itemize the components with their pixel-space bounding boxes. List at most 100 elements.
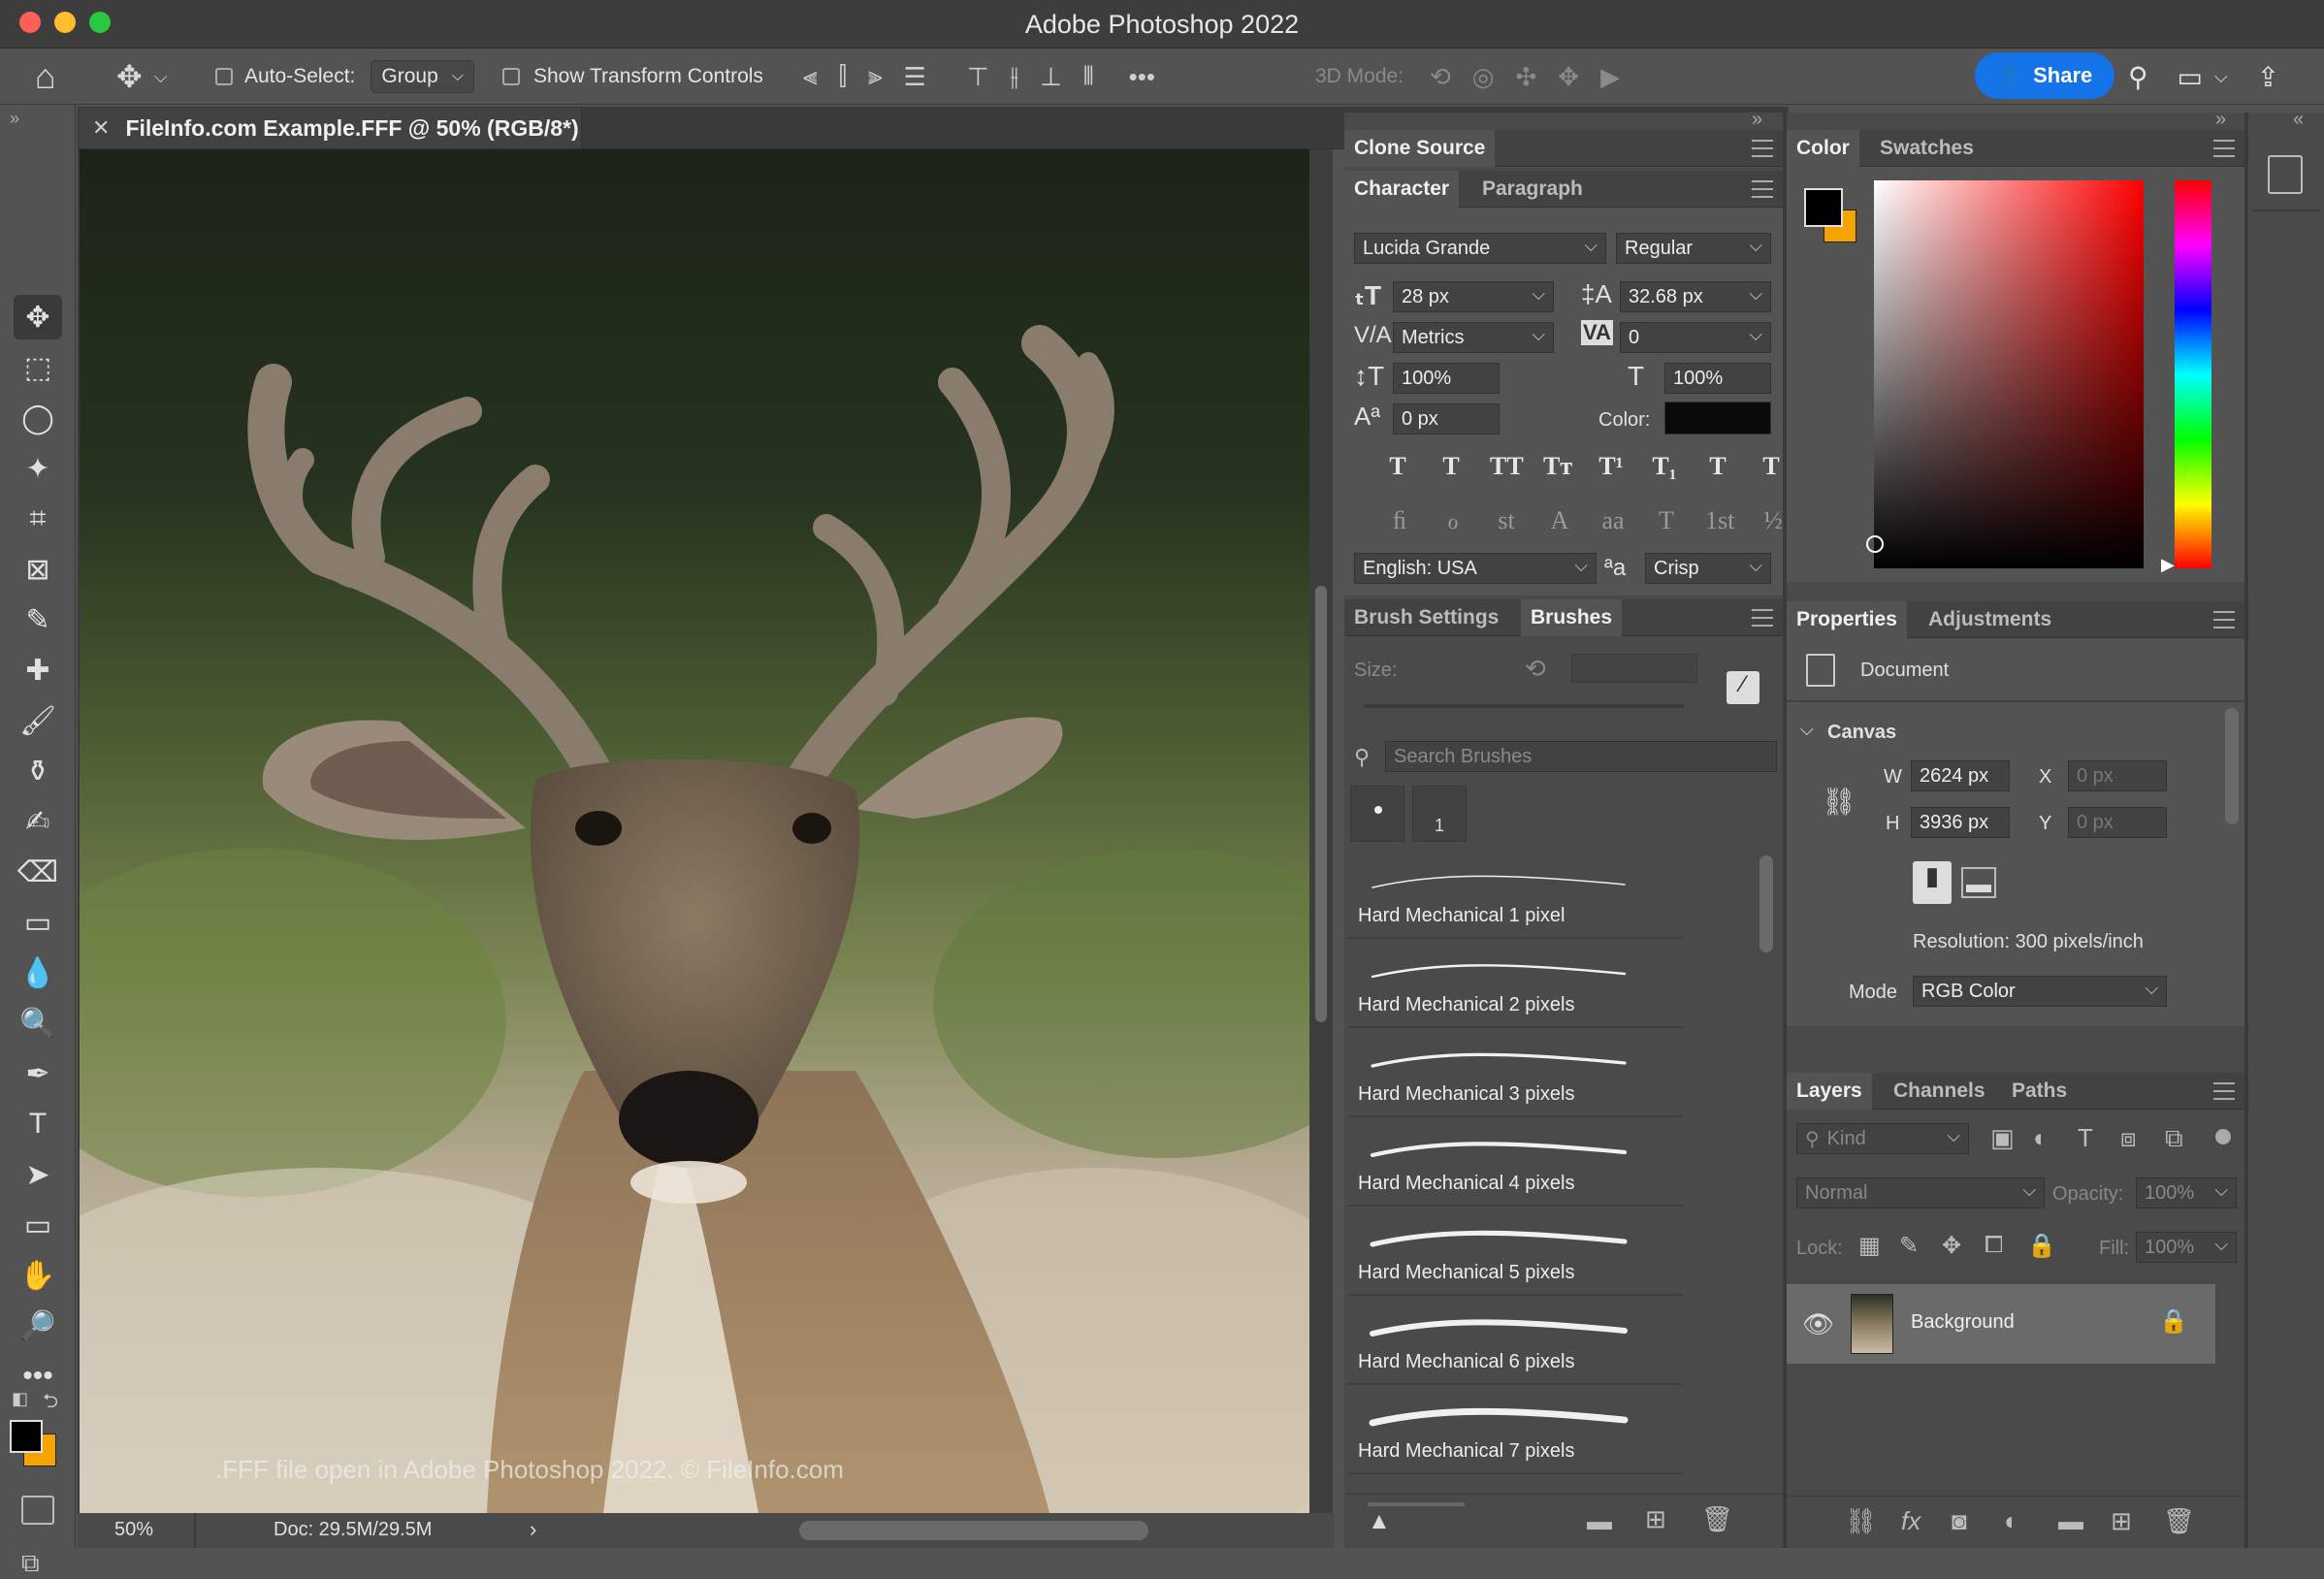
default-colors-icon[interactable]: ◧ xyxy=(12,1389,28,1409)
tab-swatches[interactable]: Swatches xyxy=(1870,130,1984,167)
rectangle-tool[interactable]: ▭ xyxy=(14,1203,62,1247)
3d-orbit-icon[interactable]: ⟲ xyxy=(1430,62,1451,92)
panel-menu-icon[interactable] xyxy=(2213,140,2235,157)
tab-properties[interactable]: Properties xyxy=(1787,601,1907,638)
filter-smart-icon[interactable]: ⧉ xyxy=(2165,1123,2183,1154)
lock-transparent-icon[interactable]: ▦ xyxy=(1858,1232,1881,1260)
history-brush-tool[interactable]: ✍ xyxy=(14,799,62,844)
3d-camera-icon[interactable]: ▶ xyxy=(1600,62,1620,92)
reset-size-icon[interactable]: ⟲ xyxy=(1525,654,1546,684)
panel-menu-icon[interactable] xyxy=(1752,180,1773,198)
expand-dock-icon[interactable]: « xyxy=(2293,109,2304,131)
link-layers-icon[interactable]: ⛓ xyxy=(1845,1506,1877,1536)
brush-preset-item[interactable]: Hard Mechanical 2 pixels xyxy=(1348,943,1683,1028)
type-style-button[interactable]: 1st xyxy=(1705,506,1734,535)
layer-filter-select[interactable]: ⚲ Kind xyxy=(1796,1123,1969,1154)
new-group-icon[interactable]: ▬ xyxy=(2058,1506,2083,1536)
antialias-select[interactable]: Crisp xyxy=(1645,553,1771,584)
collapse-middle-icon[interactable]: » xyxy=(1752,109,1762,131)
landscape-orientation-icon[interactable]: ▬ xyxy=(1961,867,1996,898)
type-style-button[interactable]: T xyxy=(1703,452,1732,481)
hue-slider-handle[interactable]: ▶ xyxy=(2161,555,2175,575)
filter-shape-icon[interactable]: ⧈ xyxy=(2120,1123,2137,1154)
color-field[interactable] xyxy=(1866,180,2144,568)
type-style-button[interactable]: Tт xyxy=(1543,452,1572,481)
horizontal-scroll-thumb[interactable] xyxy=(799,1521,1148,1540)
vertical-scroll-thumb[interactable] xyxy=(1315,586,1327,1022)
brush-preset-item[interactable]: Hard Mechanical 4 pixels xyxy=(1348,1121,1683,1207)
filter-toggle[interactable] xyxy=(2215,1129,2231,1144)
add-mask-icon[interactable]: ◙ xyxy=(1952,1506,1967,1536)
filter-type-icon[interactable]: T xyxy=(2078,1123,2093,1153)
libraries-icon[interactable] xyxy=(2268,155,2303,194)
search-brushes-input[interactable]: Search Brushes xyxy=(1385,741,1777,772)
vertical-scrollbar[interactable] xyxy=(1309,149,1333,1513)
lock-pixels-icon[interactable]: ✎ xyxy=(1899,1232,1919,1260)
x-field[interactable]: 0 px xyxy=(2068,760,2167,791)
quick-mask-icon[interactable] xyxy=(21,1496,54,1525)
brush-preset-item[interactable]: Hard Mechanical 6 pixels xyxy=(1348,1300,1683,1385)
collapse-right-icon[interactable]: » xyxy=(2215,109,2226,131)
type-style-button[interactable]: TT xyxy=(1490,452,1524,481)
preview-size-slider[interactable] xyxy=(1368,1502,1465,1506)
filter-adjustment-icon[interactable]: ◐ xyxy=(2033,1123,2049,1153)
chevron-down-icon[interactable]: ⌵ xyxy=(2214,67,2228,87)
panel-menu-icon[interactable] xyxy=(1752,609,1773,627)
font-size-field[interactable]: 28 px xyxy=(1393,281,1554,312)
expand-toolbar-icon[interactable]: » xyxy=(10,109,19,129)
pen-tool[interactable]: ✒ xyxy=(14,1051,62,1096)
properties-scroll-thumb[interactable] xyxy=(2225,708,2239,824)
color-picker-cursor[interactable] xyxy=(1866,535,1884,553)
type-style-button[interactable]: A xyxy=(1545,506,1574,535)
tab-color[interactable]: Color xyxy=(1787,130,1859,167)
layer-name[interactable]: Background xyxy=(1911,1311,2015,1334)
layer-row-background[interactable]: 👁 Background 🔒 xyxy=(1787,1284,2215,1364)
document-canvas[interactable]: .FFF file open in Adobe Photoshop 2022. … xyxy=(80,149,1309,1513)
healing-tool[interactable]: ✚ xyxy=(14,648,62,693)
foreground-color-chip[interactable] xyxy=(1804,188,1843,227)
tab-adjustments[interactable]: Adjustments xyxy=(1919,601,2061,638)
type-style-button[interactable]: T xyxy=(1652,506,1681,535)
search-icon[interactable]: ⚲ xyxy=(2128,61,2148,93)
eyedropper-tool[interactable]: ✎ xyxy=(14,597,62,642)
more-options-icon[interactable]: ••• xyxy=(1129,62,1155,92)
dodge-tool[interactable]: 🔍 xyxy=(14,1001,62,1046)
brush-preset-hard[interactable]: 1 xyxy=(1412,786,1467,842)
type-style-button[interactable]: T₁ xyxy=(1650,452,1679,481)
baseline-shift-field[interactable]: 0 px xyxy=(1393,403,1500,435)
type-style-button[interactable]: T xyxy=(1436,452,1466,481)
type-style-button[interactable]: ﬁ xyxy=(1385,506,1414,535)
hand-tool[interactable]: ✋ xyxy=(14,1253,62,1298)
align-right-icon[interactable]: ⫸ xyxy=(868,61,883,92)
brush-preview-icon[interactable]: ⁄ xyxy=(1727,671,1759,704)
type-style-button[interactable]: st xyxy=(1492,506,1521,535)
eraser-tool[interactable]: ⌫ xyxy=(14,850,62,894)
tab-character[interactable]: Character xyxy=(1344,171,1460,208)
brush-size-slider[interactable] xyxy=(1364,704,1684,708)
adjustment-layer-icon[interactable]: ◐ xyxy=(2004,1506,2019,1536)
brush-tool[interactable]: 🖌 xyxy=(14,698,62,743)
tab-channels[interactable]: Channels xyxy=(1884,1073,1995,1110)
3d-pan-icon[interactable]: ✣ xyxy=(1515,62,1536,92)
tab-layers[interactable]: Layers xyxy=(1787,1073,1872,1110)
lasso-tool[interactable]: ◯ xyxy=(14,396,62,440)
language-select[interactable]: English: USA xyxy=(1354,553,1597,584)
fx-icon[interactable]: fx xyxy=(1901,1506,1921,1536)
width-field[interactable]: 2624 px xyxy=(1911,760,2010,791)
color-mode-select[interactable]: RGB Color xyxy=(1913,976,2167,1007)
swap-colors-icon[interactable]: ⮌ xyxy=(43,1387,58,1420)
workspace-icon[interactable]: ▭ xyxy=(2178,61,2203,93)
distribute-v-icon[interactable]: ⫴ xyxy=(1083,61,1094,92)
foreground-color-swatch[interactable] xyxy=(10,1420,43,1453)
tab-brushes[interactable]: Brushes xyxy=(1521,599,1623,636)
font-family-select[interactable]: Lucida Grande xyxy=(1354,233,1606,264)
leading-field[interactable]: 32.68 px xyxy=(1620,281,1771,312)
panel-menu-icon[interactable] xyxy=(2213,1082,2235,1100)
brush-preset-item[interactable]: Hard Mechanical 5 pixels xyxy=(1348,1210,1683,1296)
type-tool[interactable]: T xyxy=(14,1102,62,1146)
type-style-button[interactable]: T¹ xyxy=(1597,452,1626,481)
chevron-down-icon[interactable]: ⌵ xyxy=(1800,720,1814,740)
distribute-icon[interactable]: ☰ xyxy=(904,62,926,92)
share-button[interactable]: 👤 Share xyxy=(1975,52,2114,99)
close-document-icon[interactable]: ✕ xyxy=(92,115,110,141)
